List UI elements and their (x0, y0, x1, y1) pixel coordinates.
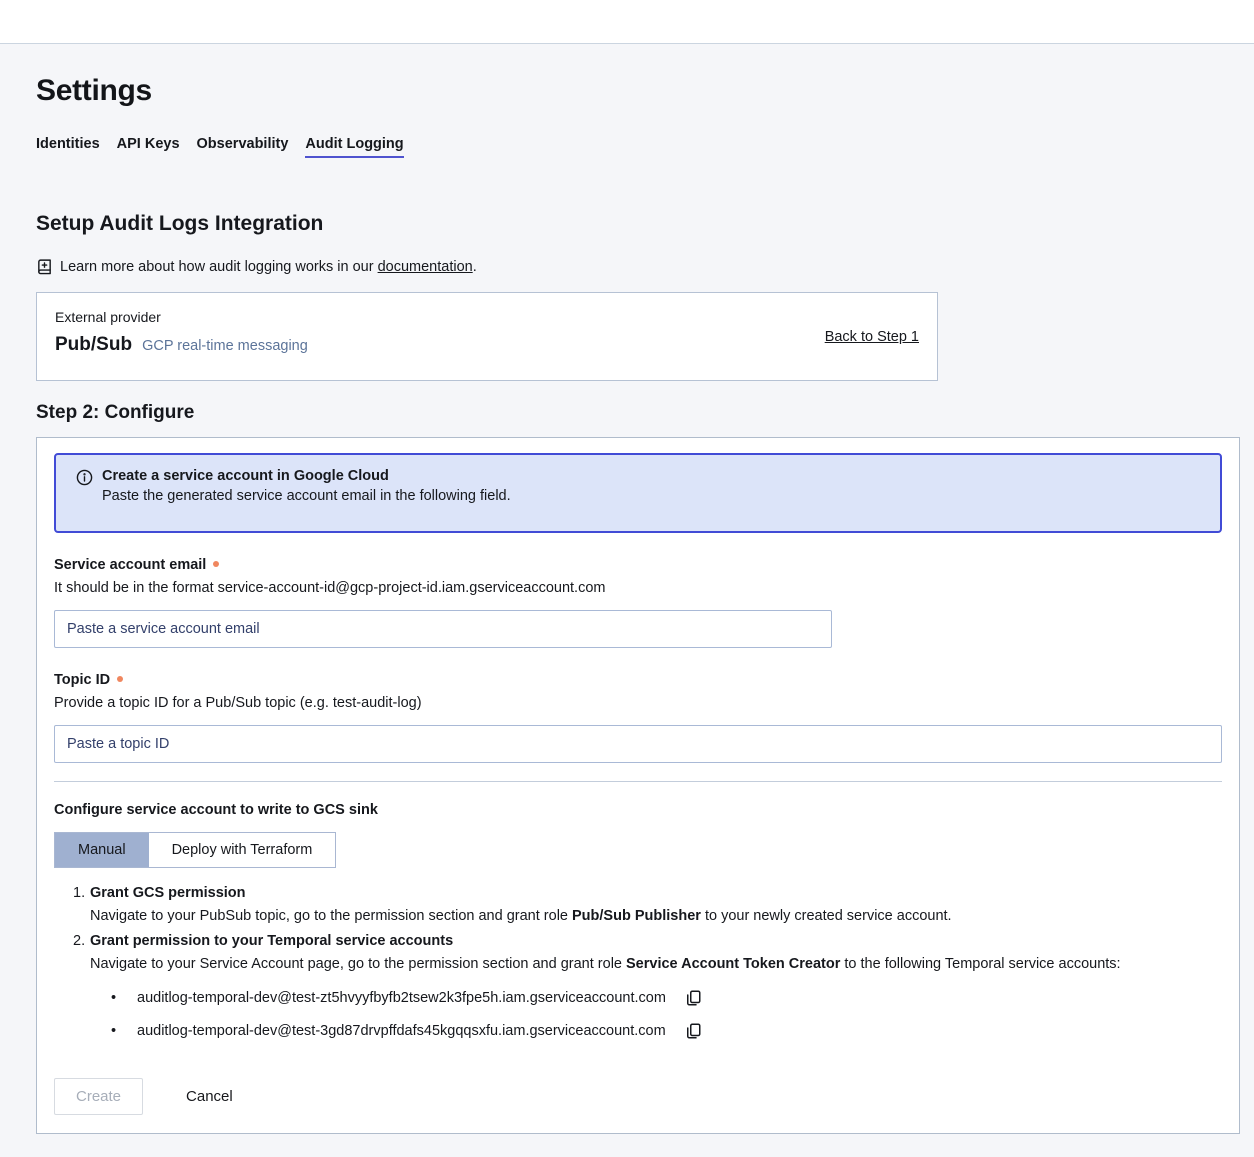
form-actions: Create Cancel (54, 1078, 1222, 1115)
book-icon (36, 258, 53, 275)
step-item-2: 2. Grant permission to your Temporal ser… (73, 933, 1222, 972)
provider-name: Pub/Sub (55, 334, 132, 356)
step-description: Navigate to your Service Account page, g… (90, 956, 1222, 972)
cancel-button[interactable]: Cancel (180, 1087, 239, 1106)
topic-id-label: Topic ID (54, 672, 1222, 688)
create-button[interactable]: Create (54, 1078, 143, 1115)
tab-manual[interactable]: Manual (55, 833, 149, 867)
info-banner-title: Create a service account in Google Cloud (102, 468, 511, 484)
topic-id-input[interactable] (54, 725, 1222, 763)
setup-heading: Setup Audit Logs Integration (36, 212, 1240, 236)
documentation-link[interactable]: documentation (378, 259, 473, 275)
required-indicator (117, 676, 123, 682)
service-accounts-list: • auditlog-temporal-dev@test-zt5hvyyfbyf… (111, 989, 1222, 1040)
tab-api-keys[interactable]: API Keys (117, 136, 180, 158)
service-account-email: auditlog-temporal-dev@test-zt5hvyyfbyfb2… (137, 990, 666, 1006)
provider-label: External provider (55, 309, 308, 325)
tab-audit-logging[interactable]: Audit Logging (305, 136, 403, 158)
deploy-method-tabs: Manual Deploy with Terraform (54, 832, 336, 868)
service-account-email-help: It should be in the format service-accou… (54, 580, 1222, 596)
settings-tabs: Identities API Keys Observability Audit … (36, 136, 1240, 158)
top-navigation-bar (0, 0, 1254, 44)
section-divider (54, 781, 1222, 782)
step-title: Grant permission to your Temporal servic… (90, 933, 453, 949)
bullet: • (111, 990, 125, 1006)
gcs-sink-heading: Configure service account to write to GC… (54, 802, 1222, 818)
settings-page: Settings Identities API Keys Observabili… (0, 74, 1254, 1134)
service-account-email: auditlog-temporal-dev@test-3gd87drvpffda… (137, 1023, 666, 1039)
tab-identities[interactable]: Identities (36, 136, 100, 158)
service-account-email-label: Service account email (54, 557, 1222, 573)
learn-more-row: Learn more about how audit logging works… (36, 258, 1240, 275)
role-name: Pub/Sub Publisher (572, 908, 701, 924)
tab-observability[interactable]: Observability (197, 136, 289, 158)
tab-deploy-terraform[interactable]: Deploy with Terraform (149, 833, 336, 867)
page-title: Settings (36, 74, 1240, 108)
copy-icon[interactable] (684, 989, 702, 1007)
info-banner-body: Paste the generated service account emai… (102, 488, 511, 504)
service-account-item: • auditlog-temporal-dev@test-3gd87drvpff… (111, 1022, 1222, 1040)
step-item-1: 1. Grant GCS permission Navigate to your… (73, 885, 1222, 924)
step-number: 2. (73, 933, 86, 949)
step-description: Navigate to your PubSub topic, go to the… (90, 908, 1222, 924)
service-account-item: • auditlog-temporal-dev@test-zt5hvyyfbyf… (111, 989, 1222, 1007)
step-title: Grant GCS permission (90, 885, 246, 901)
bullet: • (111, 1023, 125, 1039)
copy-icon[interactable] (684, 1022, 702, 1040)
external-provider-card: External provider Pub/Sub GCP real-time … (36, 292, 938, 381)
info-banner: Create a service account in Google Cloud… (54, 453, 1222, 533)
step2-configure-card: Create a service account in Google Cloud… (36, 437, 1240, 1134)
provider-tagline: GCP real-time messaging (142, 338, 308, 354)
step2-heading: Step 2: Configure (36, 402, 1240, 424)
info-icon (76, 469, 93, 514)
learn-more-text: Learn more about how audit logging works… (60, 259, 477, 275)
manual-steps-list: 1. Grant GCS permission Navigate to your… (73, 885, 1222, 972)
required-indicator (213, 561, 219, 567)
step-number: 1. (73, 885, 86, 901)
role-name: Service Account Token Creator (626, 956, 840, 972)
topic-id-help: Provide a topic ID for a Pub/Sub topic (… (54, 695, 1222, 711)
back-to-step-1-link[interactable]: Back to Step 1 (825, 329, 919, 345)
service-account-email-input[interactable] (54, 610, 832, 648)
